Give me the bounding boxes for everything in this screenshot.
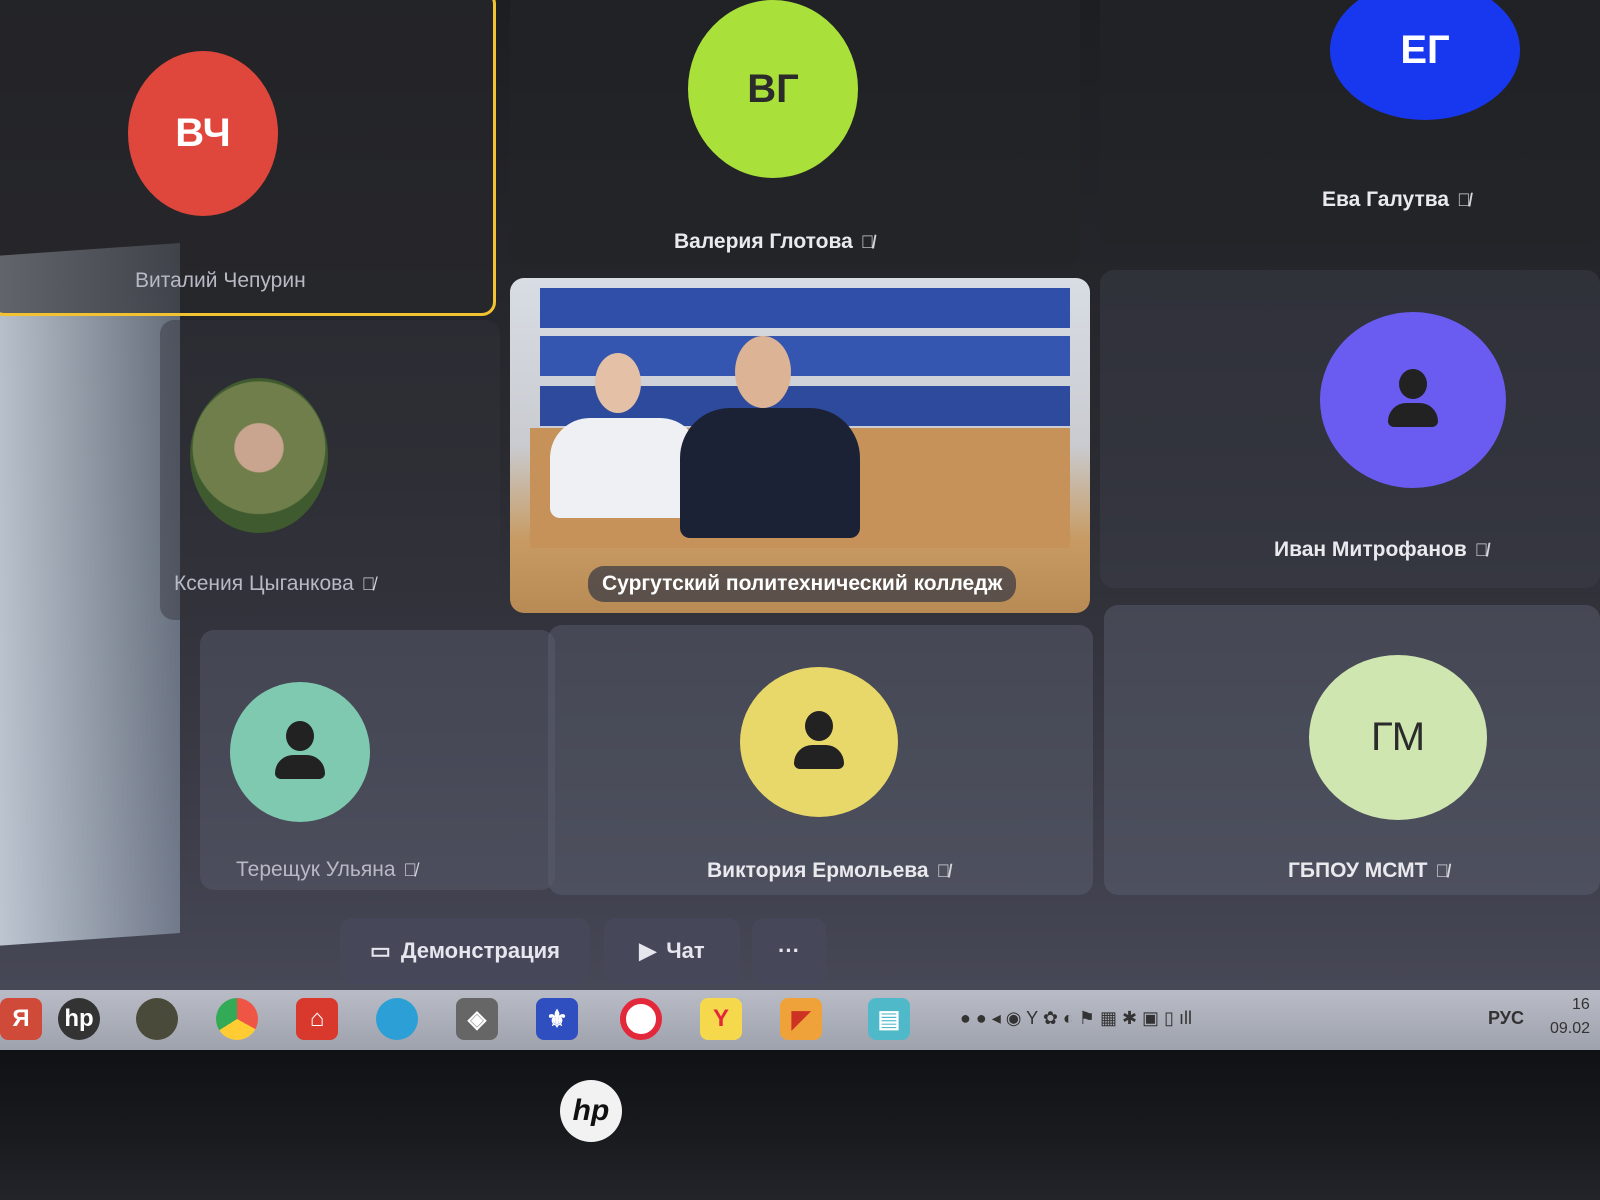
chat-button[interactable]: ▶ Чат: [604, 918, 740, 984]
clock-date: 09.02: [1550, 1020, 1591, 1037]
taskbar: Я hp ⌂ ◈ ⚜ Y ◤ ▤ ● ● ◂ ◉ Y ✿ ◐ ⚑ ▦ ✱ ▣ ▯…: [0, 990, 1600, 1050]
avatar: ВГ: [688, 0, 858, 178]
mic-off-icon: 🎙̸: [1457, 189, 1471, 210]
edge-icon[interactable]: [376, 998, 418, 1040]
yandex-browser-icon[interactable]: Y: [700, 998, 742, 1040]
chrome-icon[interactable]: [216, 998, 258, 1040]
participant-name: Терещук Ульяна 🎙̸: [236, 858, 418, 881]
person-icon: [1378, 365, 1448, 435]
laptop-bezel: [0, 1050, 1600, 1200]
person-dark-sweater: [680, 408, 860, 538]
participant-tile-ulyana[interactable]: Терещук Ульяна 🎙̸: [200, 630, 555, 890]
avatar: ВЧ: [128, 51, 278, 216]
participant-name: Валерия Глотова 🎙̸: [674, 230, 875, 253]
screen-share-button[interactable]: ▭ Демонстрация: [340, 918, 590, 984]
avatar: [1320, 312, 1506, 488]
mic-off-icon: 🎙̸: [403, 859, 418, 880]
video-stream[interactable]: Сургутский политехнический колледж: [510, 278, 1090, 613]
hp-icon[interactable]: hp: [58, 998, 100, 1040]
avatar: [230, 682, 370, 822]
mic-off-icon: 🎙̸: [361, 573, 376, 594]
paint-icon[interactable]: ◤: [780, 998, 822, 1040]
opera-icon[interactable]: [620, 998, 662, 1040]
tray-icons: ● ● ◂ ◉ Y ✿ ◐ ⚑ ▦ ✱ ▣ ▯ ıll: [960, 1008, 1192, 1028]
participant-tile-ivan[interactable]: Иван Митрофанов 🎙̸: [1100, 270, 1600, 588]
mic-off-icon: 🎙̸: [1435, 860, 1450, 881]
chat-icon: ▶: [639, 938, 657, 963]
participant-name: ГБПОУ МСМТ 🎙̸: [1288, 859, 1450, 882]
yandex-icon[interactable]: Я: [0, 998, 42, 1040]
mic-off-icon: 🎙̸: [1474, 539, 1489, 560]
participant-tile-valeria[interactable]: ВГ Валерия Глотова 🎙̸: [510, 0, 1080, 265]
participant-name: Виктория Ермольева 🎙̸: [707, 859, 951, 882]
store-icon[interactable]: ▤: [868, 998, 910, 1040]
acrobat-icon[interactable]: ⌂: [296, 998, 338, 1040]
participant-name: Виталий Чепурин: [135, 269, 306, 292]
hp-logo-icon: hp: [560, 1080, 622, 1142]
mic-off-icon: 🎙̸: [860, 231, 875, 252]
avatar: ГМ: [1309, 655, 1487, 820]
participant-tile-gbpou[interactable]: ГМ ГБПОУ МСМТ 🎙̸: [1104, 605, 1600, 895]
shield-icon[interactable]: ◈: [456, 998, 498, 1040]
participant-name: Иван Митрофанов 🎙̸: [1274, 538, 1489, 561]
participant-tile-viktoria[interactable]: Виктория Ермольева 🎙̸: [548, 625, 1093, 895]
participant-name: Ева Галутва 🎙̸: [1322, 188, 1471, 211]
person-icon: [784, 707, 854, 777]
participant-tile-ksenia[interactable]: Ксения Цыганкова 🎙̸: [160, 320, 500, 620]
avatar: [740, 667, 898, 817]
screen-share-icon: ▭: [370, 938, 391, 963]
person-icon: [265, 717, 335, 787]
screen: ВЧ Виталий Чепурин ВГ Валерия Глотова 🎙̸ …: [0, 0, 1600, 1040]
participant-tile-vitaly[interactable]: ВЧ Виталий Чепурин: [0, 0, 496, 316]
university-icon[interactable]: ⚜: [536, 998, 578, 1040]
person-head: [735, 336, 791, 408]
more-button[interactable]: ···: [752, 918, 826, 984]
clock-time: 16: [1572, 996, 1590, 1013]
mic-off-icon: 🎙̸: [936, 860, 951, 881]
person-head: [595, 353, 641, 413]
bookshelf: [540, 288, 1070, 328]
participant-name: Ксения Цыганкова 🎙̸: [174, 572, 376, 595]
person-white-shirt: [550, 418, 700, 518]
video-caption: Сургутский политехнический колледж: [588, 566, 1017, 602]
camera-icon[interactable]: [136, 998, 178, 1040]
participant-tile-eva[interactable]: ЕГ Ева Галутва 🎙̸: [1100, 0, 1600, 245]
avatar: ЕГ: [1330, 0, 1520, 120]
avatar-photo: [190, 378, 328, 533]
window-glare: [0, 243, 180, 947]
language-indicator[interactable]: РУС: [1488, 1008, 1524, 1029]
